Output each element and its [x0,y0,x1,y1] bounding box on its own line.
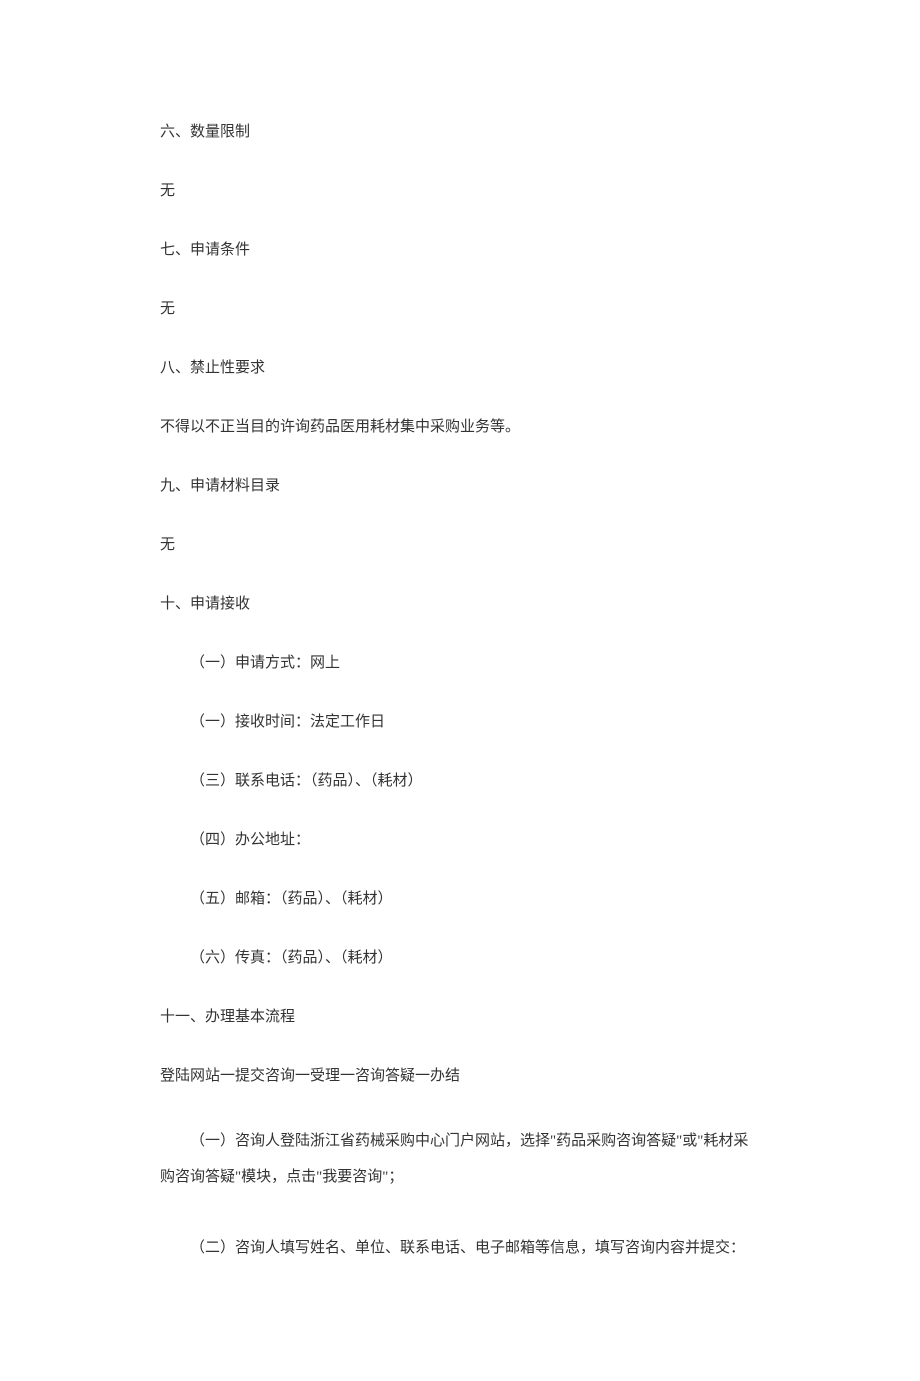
section-ten-item-4: （四）办公地址： [160,828,760,852]
section-ten-item-5: （五）邮箱：（药品）、（耗材） [160,887,760,911]
section-ten-item-6: （六）传真：（药品）、（耗材） [160,946,760,970]
section-eight-heading: 八、禁止性要求 [160,356,760,380]
section-eleven-heading: 十一、办理基本流程 [160,1005,760,1029]
section-eight-content: 不得以不正当目的许询药品医用耗材集中采购业务等。 [160,415,760,439]
section-eleven-step-2: （二）咨询人填写姓名、单位、联系电话、电子邮箱等信息，填写咨询内容并提交： [160,1230,760,1266]
section-ten-heading: 十、申请接收 [160,592,760,616]
section-ten-item-3: （三）联系电话：（药品）、（耗材） [160,769,760,793]
section-ten-item-1: （一）申请方式：网上 [160,651,760,675]
section-nine-heading: 九、申请材料目录 [160,474,760,498]
section-eleven-step-1: （一）咨询人登陆浙江省药械采购中心门户网站，选择"药品采购咨询答疑"或"耗材采购… [160,1123,760,1195]
section-six-heading: 六、数量限制 [160,120,760,144]
section-nine-content: 无 [160,533,760,557]
section-seven-content: 无 [160,297,760,321]
section-ten-item-2: （一）接收时间：法定工作日 [160,710,760,734]
section-six-content: 无 [160,179,760,203]
section-eleven-flow: 登陆网站一提交咨询一受理一咨询答疑一办结 [160,1064,760,1088]
section-seven-heading: 七、申请条件 [160,238,760,262]
